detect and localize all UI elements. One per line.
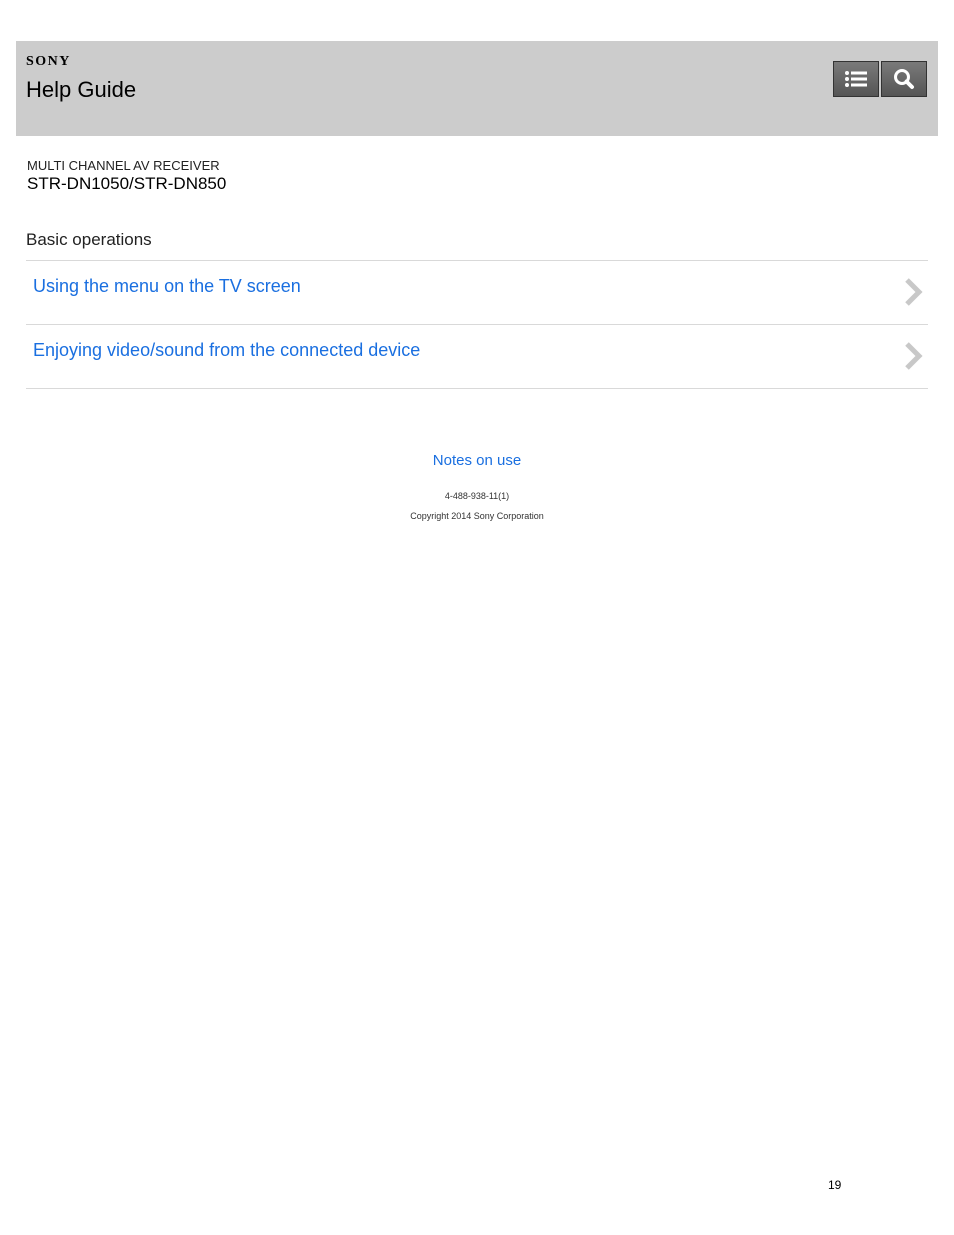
document-id: 4-488-938-11(1): [444, 491, 510, 501]
page-number: 19: [828, 1178, 842, 1192]
topic-link-label[interactable]: Enjoying video/sound from the connected …: [33, 340, 420, 361]
section-title: Basic operations: [26, 230, 152, 249]
help-guide-title[interactable]: Help Guide: [26, 77, 136, 103]
topic-link-connected-device[interactable]: Enjoying video/sound from the connected …: [26, 325, 928, 388]
list-icon: [845, 71, 867, 87]
chevron-right-icon: [905, 342, 923, 370]
header-bar: SONY Help Guide: [16, 41, 938, 136]
chevron-right-icon: [905, 278, 923, 306]
search-icon: [894, 69, 914, 89]
search-button[interactable]: [881, 61, 927, 97]
table-of-contents-button[interactable]: [833, 61, 879, 97]
topic-link-label[interactable]: Using the menu on the TV screen: [33, 276, 301, 297]
notes-on-use-link[interactable]: Notes on use: [0, 452, 954, 469]
topic-link-menu-on-tv[interactable]: Using the menu on the TV screen: [26, 261, 928, 324]
sony-logo: SONY: [26, 54, 71, 69]
product-category: MULTI CHANNEL AV RECEIVER: [27, 158, 220, 173]
copyright-notice: Copyright 2014 Sony Corporation: [410, 511, 544, 521]
divider: [26, 388, 928, 389]
model-name: STR-DN1050/STR-DN850: [27, 174, 227, 193]
